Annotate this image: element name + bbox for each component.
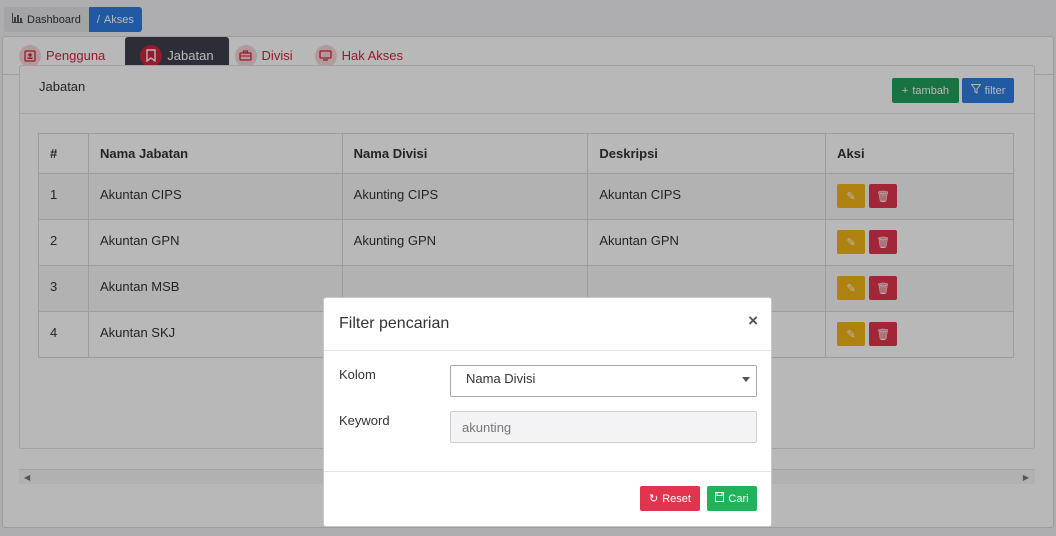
search-button-label: Cari [728, 492, 749, 505]
kolom-label: Kolom [339, 367, 376, 382]
modal-header: Filter pencarian × [324, 298, 771, 351]
filter-modal: Filter pencarian × Kolom Nama Divisi Key… [323, 297, 772, 527]
modal-footer: ↻ Reset Cari [324, 472, 771, 526]
kolom-select-value: Nama Divisi [466, 371, 536, 386]
reset-button-label: Reset [662, 492, 691, 505]
reset-button[interactable]: ↻ Reset [640, 486, 700, 511]
kolom-select[interactable]: Nama Divisi [450, 365, 757, 397]
refresh-icon: ↻ [649, 493, 659, 505]
search-button[interactable]: Cari [707, 486, 757, 511]
keyword-input[interactable]: akunting [450, 411, 757, 443]
caret-down-icon [742, 377, 750, 382]
save-icon [715, 492, 725, 505]
modal-title: Filter pencarian [339, 315, 450, 332]
keyword-label: Keyword [339, 413, 390, 428]
close-icon[interactable]: × [748, 311, 758, 331]
modal-body: Kolom Nama Divisi Keyword akunting [324, 351, 771, 472]
